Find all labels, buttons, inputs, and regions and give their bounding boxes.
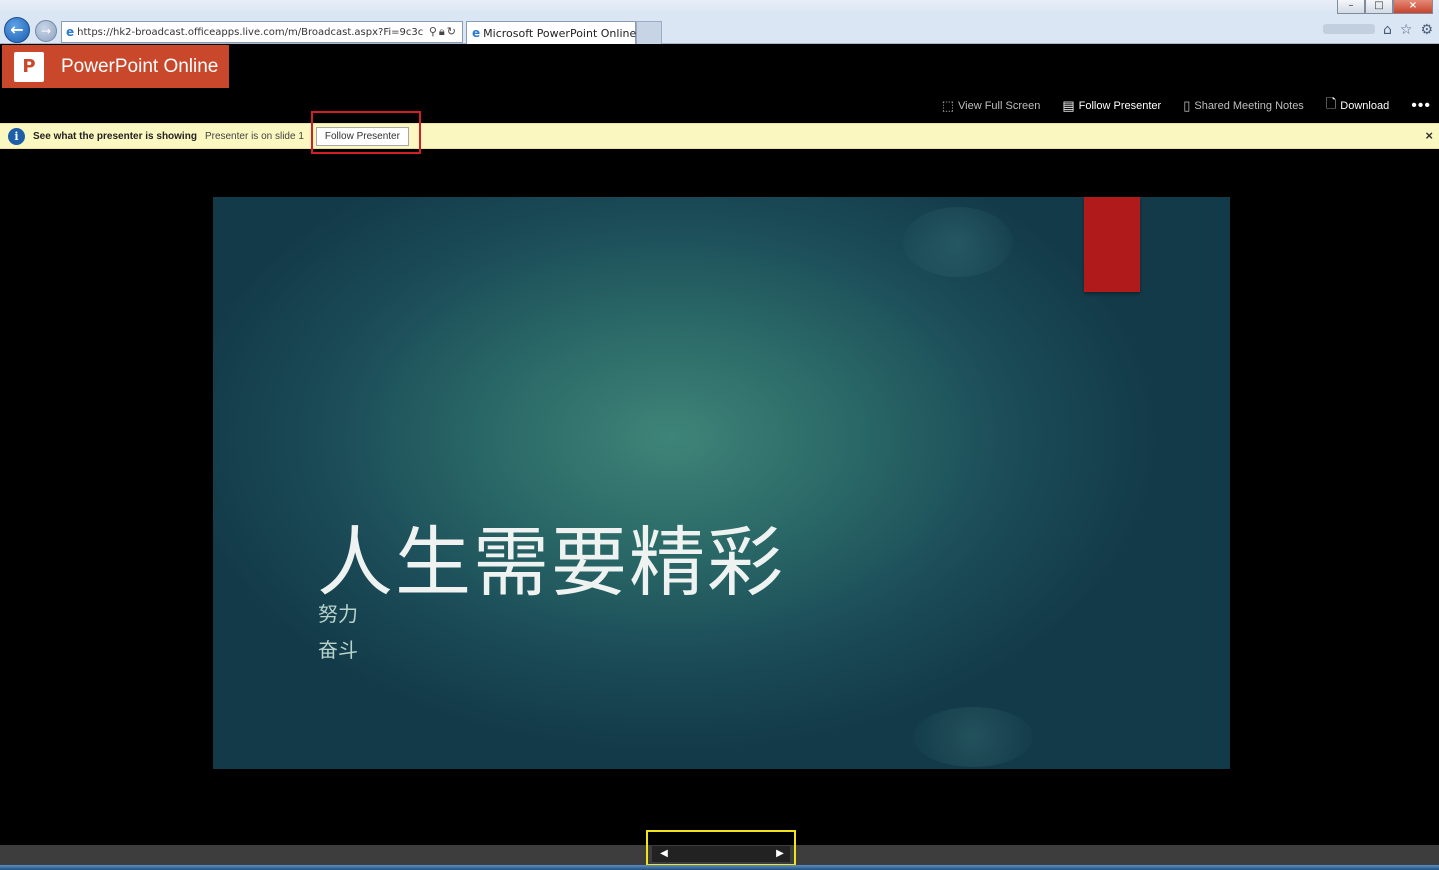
download-label: Download xyxy=(1340,100,1390,112)
download-icon: 🗋︎ xyxy=(1325,96,1337,111)
star-icon[interactable]: ☆ xyxy=(1400,22,1413,38)
download-button[interactable]: 🗋︎ Download xyxy=(1326,95,1389,117)
shared-meeting-notes-button[interactable]: ▯ Shared Meeting Notes xyxy=(1183,98,1304,114)
powerpoint-logo-icon: P xyxy=(14,51,44,82)
maximize-button[interactable]: □ xyxy=(1365,0,1393,14)
slide-glow xyxy=(903,207,1013,277)
meeting-notes-icon: ▯ xyxy=(1183,98,1191,113)
title-bar xyxy=(0,0,1439,14)
app-header: P PowerPoint Online ⬚ View Full Screen ▤… xyxy=(0,45,1439,123)
view-full-screen-label: View Full Screen xyxy=(958,100,1041,112)
notice-headline: See what the presenter is showing xyxy=(33,130,197,142)
shared-meeting-notes-label: Shared Meeting Notes xyxy=(1194,100,1304,112)
brand-banner[interactable]: P PowerPoint Online xyxy=(2,45,229,88)
browser-toolbar-icons: ⌂ ☆ ⚙ xyxy=(1383,22,1433,38)
slide-canvas: 人生需要精彩 努力 奋斗 xyxy=(213,197,1230,769)
browser-tab[interactable]: e Microsoft PowerPoint Online × xyxy=(466,21,650,44)
search-icon[interactable]: ⚲ xyxy=(429,25,439,38)
presentation-toolbar: ⬚ View Full Screen ▤ Follow Presenter ▯ … xyxy=(942,96,1439,116)
more-options-button[interactable]: ••• xyxy=(1411,97,1431,115)
new-tab-button[interactable] xyxy=(636,21,662,44)
presenter-notification-bar: i See what the presenter is showing Pres… xyxy=(0,123,1439,149)
refresh-icon[interactable]: ↻ xyxy=(447,25,458,38)
slide-navigation-highlight xyxy=(646,830,796,866)
follow-presenter-toolbar-button[interactable]: ▤ Follow Presenter xyxy=(1062,98,1161,114)
close-icon[interactable]: × xyxy=(1425,128,1433,143)
tab-ie-icon: e xyxy=(472,26,481,40)
home-icon[interactable]: ⌂ xyxy=(1383,22,1392,38)
forward-arrow-icon[interactable]: → xyxy=(35,20,57,42)
view-full-screen-button[interactable]: ⬚ View Full Screen xyxy=(942,98,1041,114)
slide-title: 人生需要精彩 xyxy=(317,518,785,607)
url-text: https://hk2-broadcast.officeapps.live.co… xyxy=(77,26,424,38)
slide-subtitle-1: 努力 xyxy=(318,602,358,626)
follow-presenter-label: Follow Presenter xyxy=(1078,100,1162,112)
slide-subtitle-2: 奋斗 xyxy=(318,638,358,662)
notice-status: Presenter is on slide 1 xyxy=(204,130,304,142)
address-bar[interactable]: e https://hk2-broadcast.officeapps.live.… xyxy=(61,21,463,43)
info-icon: i xyxy=(8,127,25,145)
follow-presenter-icon: ▤ xyxy=(1062,98,1075,113)
minimize-button[interactable]: – xyxy=(1337,0,1365,14)
back-arrow-icon[interactable]: ← xyxy=(4,17,30,43)
address-tools: ⚲🔒︎↻ xyxy=(428,25,458,39)
tab-title: Microsoft PowerPoint Online xyxy=(483,26,637,40)
gear-icon[interactable]: ⚙ xyxy=(1420,22,1433,38)
slide-glow xyxy=(913,707,1033,767)
slide-red-accent xyxy=(1084,197,1140,292)
os-taskbar xyxy=(0,865,1439,870)
full-screen-icon: ⬚ xyxy=(941,98,955,113)
browser-chrome: – □ × ← → e https://hk2-broadcast.office… xyxy=(0,0,1439,44)
lock-icon: 🔒︎ xyxy=(438,25,447,38)
brand-name: PowerPoint Online xyxy=(61,55,219,77)
user-info xyxy=(1323,24,1375,34)
window-controls: – □ × xyxy=(1337,0,1433,14)
ie-icon: e xyxy=(66,25,75,39)
window-close-button[interactable]: × xyxy=(1393,0,1433,14)
follow-presenter-highlight xyxy=(311,111,421,154)
